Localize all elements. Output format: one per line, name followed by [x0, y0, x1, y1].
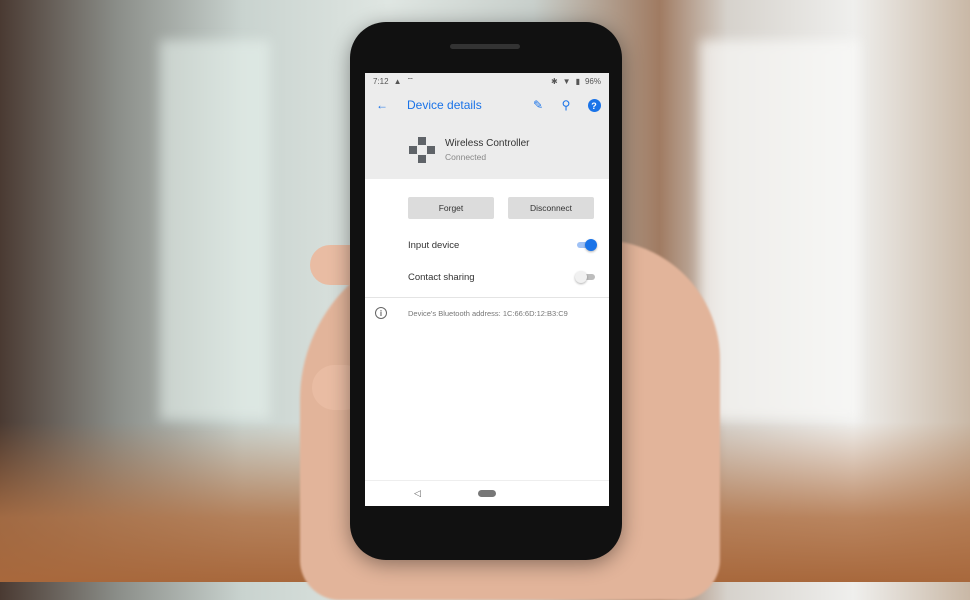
warning-icon: ▲: [393, 76, 402, 86]
setting-contact-sharing[interactable]: Contact sharing: [365, 261, 609, 293]
gamepad-icon: [409, 137, 435, 163]
contact-sharing-toggle[interactable]: [575, 271, 597, 283]
battery-percent: 96%: [584, 76, 601, 86]
action-buttons: Forget Disconnect: [365, 179, 609, 219]
setting-label: Input device: [408, 239, 460, 251]
edit-icon[interactable]: ✎: [531, 98, 545, 112]
page-title: Device details: [407, 98, 482, 112]
battery-icon: ▮: [575, 76, 580, 86]
wifi-hotspot-icon: ⌔: [406, 76, 415, 85]
device-name: Wireless Controller: [445, 138, 530, 149]
phone-speaker: [450, 44, 520, 49]
clock: 7:12: [373, 76, 389, 86]
background-window: [160, 40, 270, 420]
device-header: Wireless Controller Connected: [365, 121, 609, 179]
help-button[interactable]: ?: [587, 98, 601, 113]
bluetooth-address-row: i Device's Bluetooth address: 1C:66:6D:1…: [365, 298, 609, 328]
phone-screen: 7:12 ▲ ⌔ ✱ ▼ ▮ 96% ← Device details ✎ ⚲ …: [365, 73, 609, 506]
app-bar: ← Device details ✎ ⚲ ?: [365, 89, 609, 121]
bluetooth-address: Device's Bluetooth address: 1C:66:6D:12:…: [408, 308, 568, 318]
info-icon: i: [375, 307, 387, 319]
disconnect-button[interactable]: Disconnect: [508, 197, 594, 219]
help-icon: ?: [587, 99, 601, 113]
status-bar: 7:12 ▲ ⌔ ✱ ▼ ▮ 96%: [365, 73, 609, 89]
nav-back-icon[interactable]: ◁: [414, 488, 421, 499]
device-status: Connected: [445, 152, 487, 162]
input-device-toggle[interactable]: [577, 239, 597, 251]
bluetooth-icon: ✱: [550, 76, 558, 86]
toggle-thumb: [575, 271, 587, 283]
back-arrow-icon[interactable]: ←: [375, 98, 389, 112]
search-icon[interactable]: ⚲: [559, 98, 573, 112]
nav-home-pill[interactable]: [478, 490, 496, 497]
wifi-icon: ▼: [562, 76, 571, 86]
setting-input-device[interactable]: Input device: [365, 229, 609, 261]
background-window: [700, 40, 860, 420]
forget-button[interactable]: Forget: [408, 197, 494, 219]
navigation-bar: ◁: [365, 480, 609, 506]
setting-label: Contact sharing: [408, 271, 475, 283]
toggle-thumb: [585, 239, 597, 251]
